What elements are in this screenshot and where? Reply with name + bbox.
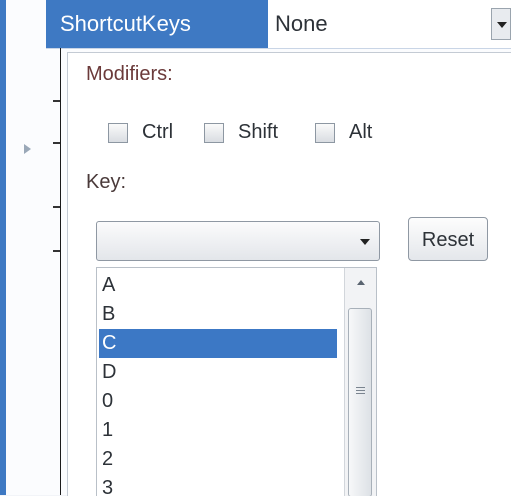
grid-tick <box>53 250 60 252</box>
grid-tick <box>53 142 60 144</box>
shortcut-keys-editor: Modifiers: Ctrl Shift Alt Key: Reset A B… <box>67 52 511 496</box>
ctrl-label[interactable]: Ctrl <box>142 121 173 144</box>
grid-divider <box>60 48 61 495</box>
property-name[interactable]: ShortcutKeys <box>46 0 268 48</box>
property-row-shortcutkeys[interactable]: ShortcutKeys None <box>46 0 511 49</box>
list-item[interactable]: A <box>99 271 337 300</box>
alt-checkbox[interactable] <box>315 123 335 143</box>
reset-button[interactable]: Reset <box>408 217 488 261</box>
list-item[interactable]: 1 <box>99 416 337 445</box>
grip-line <box>356 393 365 394</box>
list-item[interactable]: 3 <box>99 474 337 496</box>
scroll-up-icon[interactable] <box>357 280 365 285</box>
scrollbar-thumb[interactable] <box>348 308 372 496</box>
expand-arrow-icon[interactable] <box>24 144 31 154</box>
shift-label[interactable]: Shift <box>238 121 278 144</box>
alt-label[interactable]: Alt <box>349 121 372 144</box>
key-options-list[interactable]: A B C D 0 1 2 3 <box>96 267 377 496</box>
list-item[interactable]: B <box>99 300 337 329</box>
grid-tick <box>53 100 60 102</box>
property-dropdown-button[interactable] <box>491 8 511 40</box>
list-scrollbar[interactable] <box>344 268 376 496</box>
shift-checkbox[interactable] <box>204 123 224 143</box>
list-item[interactable]: D <box>99 358 337 387</box>
chevron-down-icon[interactable] <box>360 239 370 245</box>
property-value[interactable]: None <box>275 0 328 48</box>
ctrl-checkbox[interactable] <box>108 123 128 143</box>
properties-window: ShortcutKeys None Modifiers: Ctrl Shift … <box>0 0 511 496</box>
list-item[interactable]: 2 <box>99 445 337 474</box>
key-label: Key: <box>86 171 127 193</box>
property-grid-gutter <box>0 48 60 495</box>
modifiers-label: Modifiers: <box>86 63 173 85</box>
key-combobox[interactable] <box>96 221 380 261</box>
grid-tick <box>53 206 60 208</box>
grip-line <box>356 387 365 388</box>
grip-line <box>356 390 365 391</box>
list-item-selected[interactable]: C <box>99 329 337 358</box>
list-item[interactable]: 0 <box>99 387 337 416</box>
